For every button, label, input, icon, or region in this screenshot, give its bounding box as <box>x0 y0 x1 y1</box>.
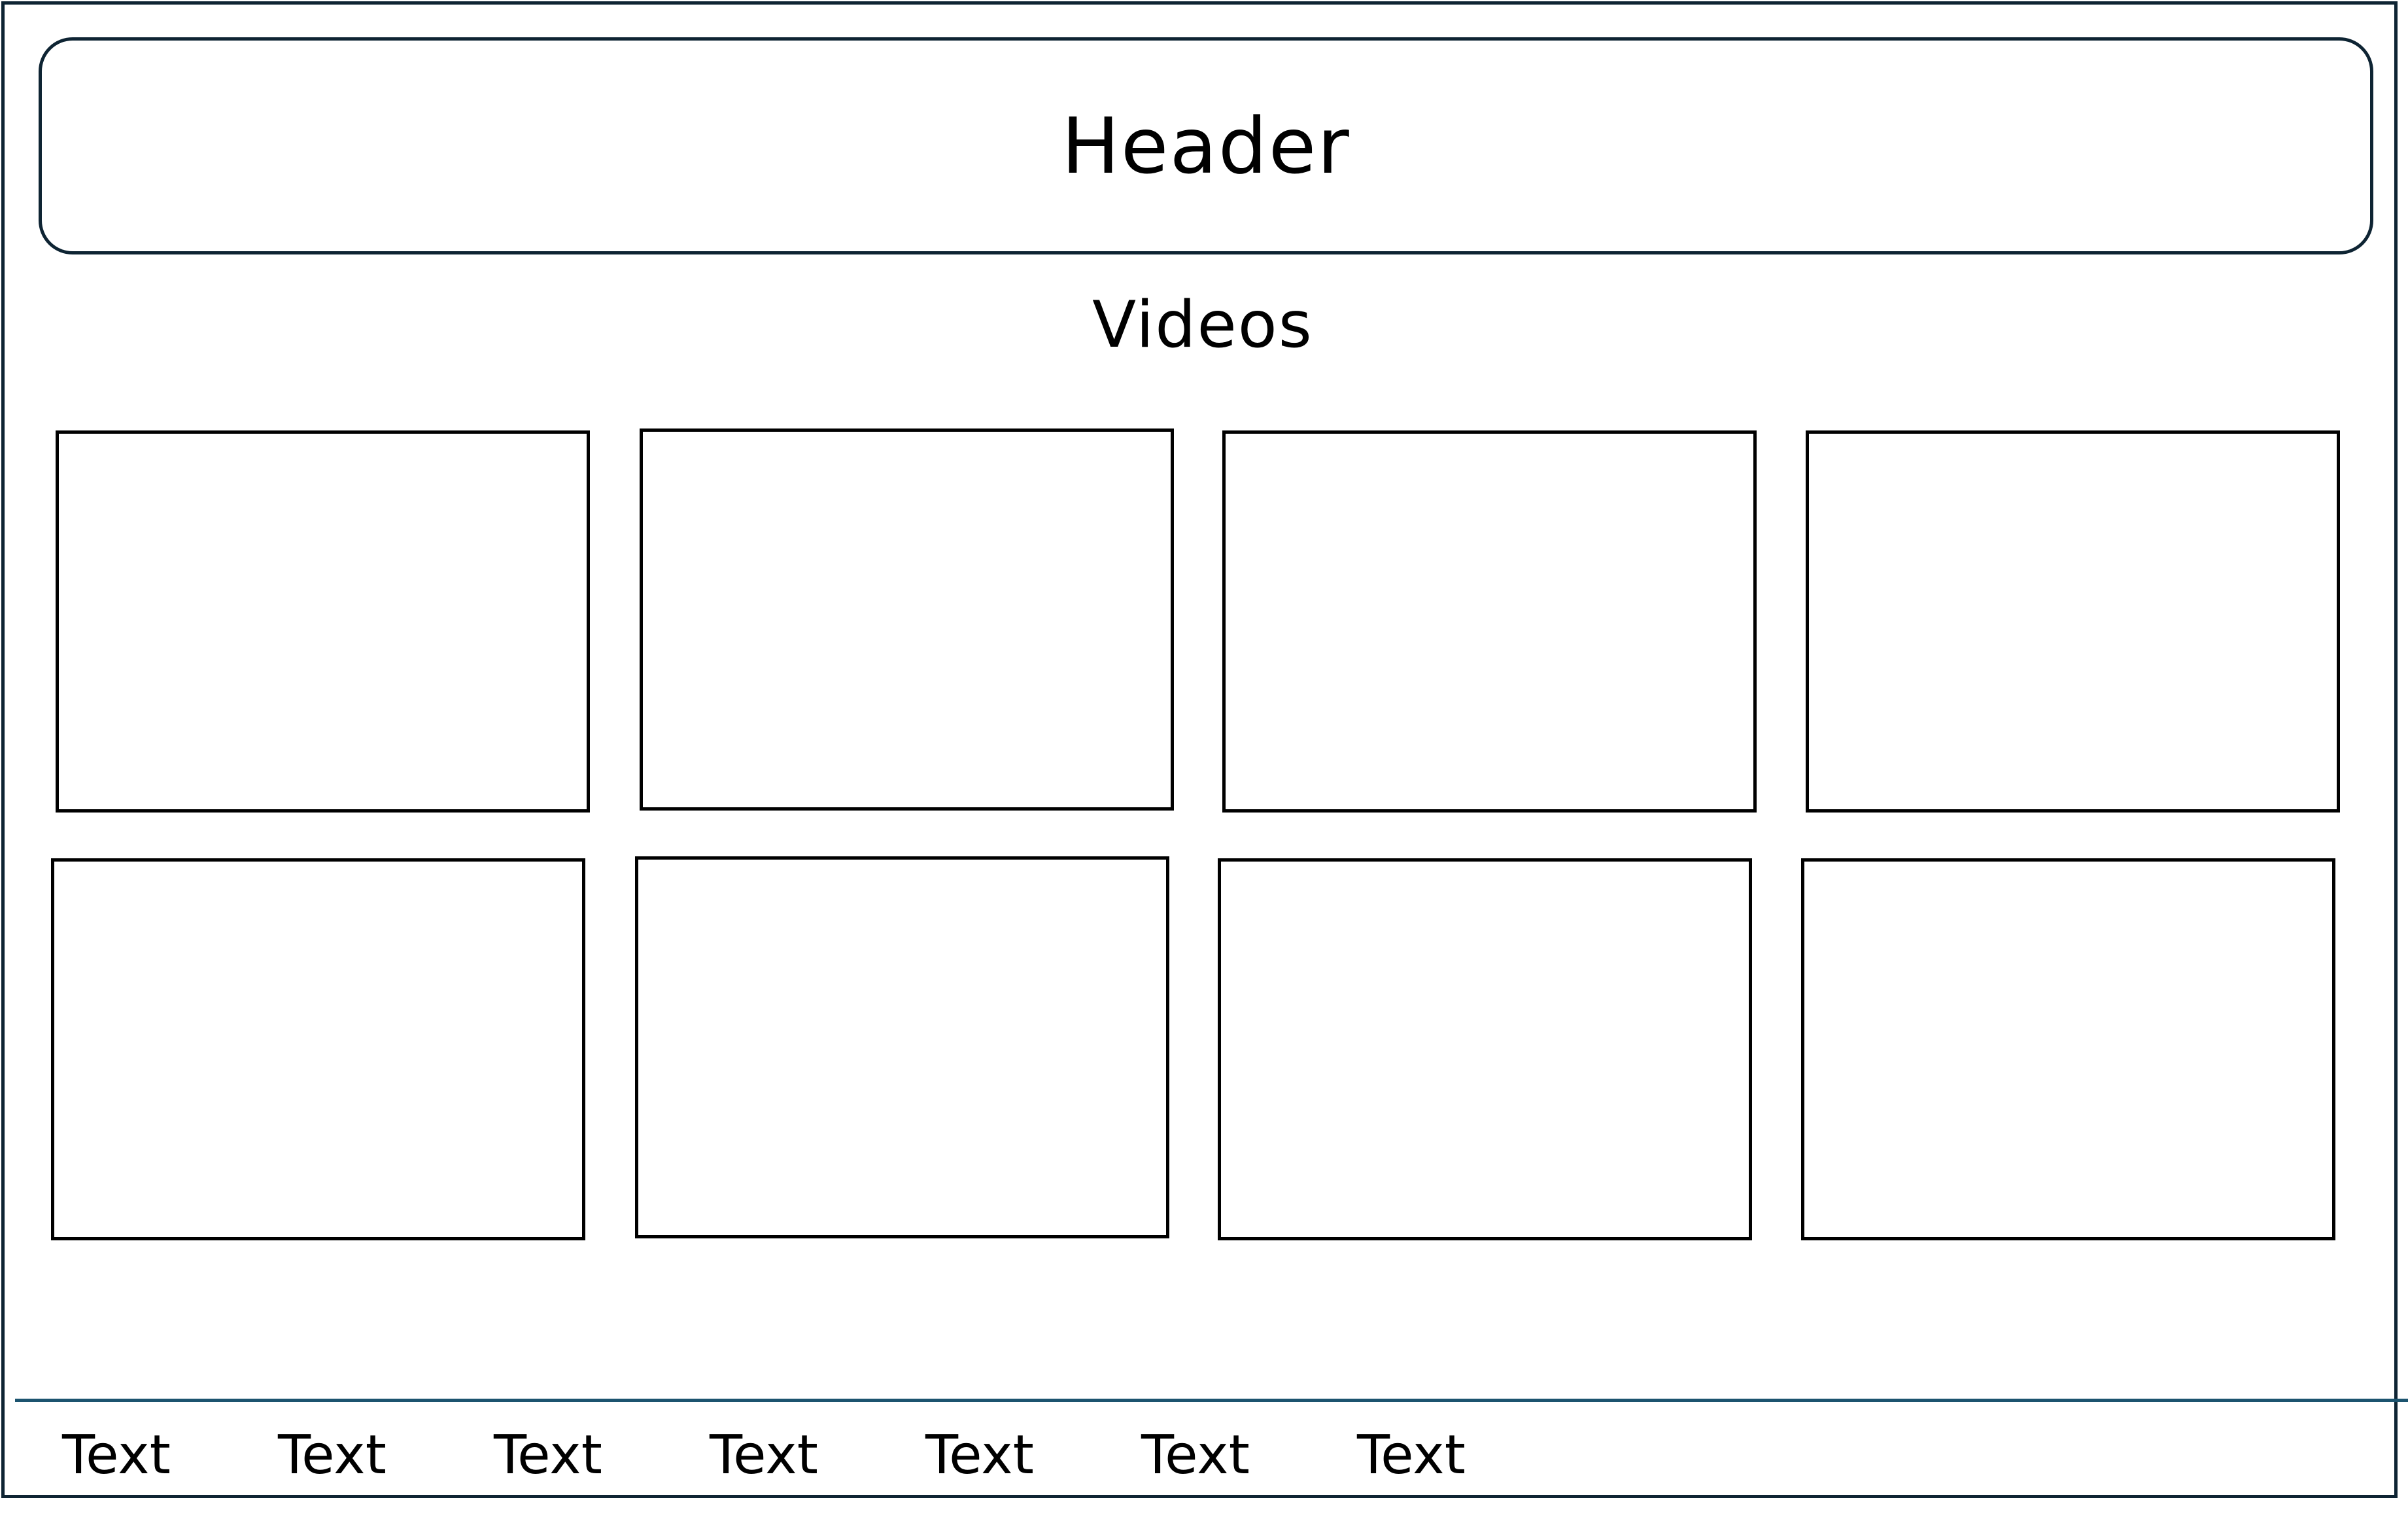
header-title: Header <box>1061 101 1350 191</box>
page-header: Header <box>39 37 2373 254</box>
footer-link[interactable]: Text <box>1357 1424 1573 1486</box>
footer-link[interactable]: Text <box>1141 1424 1357 1486</box>
footer-link[interactable]: Text <box>925 1424 1141 1486</box>
video-thumbnail[interactable] <box>1801 858 2335 1240</box>
video-thumbnail[interactable] <box>1806 430 2340 813</box>
video-thumbnail[interactable] <box>1218 858 1752 1240</box>
footer-link[interactable]: Text <box>278 1424 494 1486</box>
video-thumbnail[interactable] <box>1222 430 1757 813</box>
video-thumbnail[interactable] <box>51 858 585 1240</box>
videos-section-title: Videos <box>1092 288 1313 362</box>
footer-divider <box>15 1399 2408 1402</box>
footer-link[interactable]: Text <box>710 1424 925 1486</box>
video-thumbnail[interactable] <box>635 856 1169 1238</box>
footer-link[interactable]: Text <box>494 1424 710 1486</box>
footer-nav: Text Text Text Text Text Text Text <box>62 1419 1573 1491</box>
video-thumbnail[interactable] <box>640 428 1174 811</box>
page-frame: Header Videos Text Text Text Text Text T… <box>1 1 2408 1498</box>
footer-link[interactable]: Text <box>62 1424 278 1486</box>
video-thumbnail[interactable] <box>56 430 590 813</box>
